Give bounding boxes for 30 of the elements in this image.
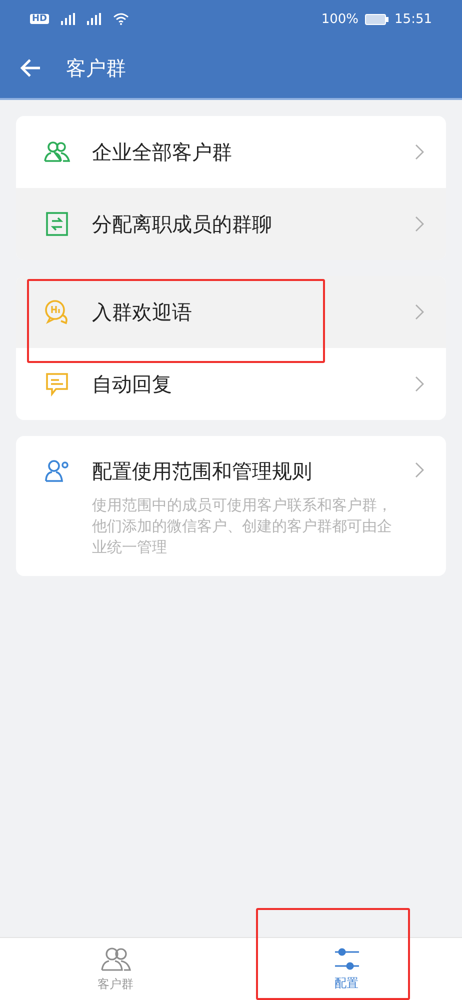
people-icon (44, 139, 70, 165)
clock-time: 15:51 (394, 12, 432, 26)
menu-item[interactable]: 自动回复 (16, 348, 446, 420)
battery-percent: 100% (321, 12, 359, 26)
battery-icon (364, 14, 389, 24)
hi-bubble-icon (44, 299, 70, 325)
people-icon (100, 946, 130, 972)
transfer-icon (44, 211, 70, 237)
menu-item-label: 企业全部客户群 (92, 138, 233, 166)
menu-item[interactable]: 配置使用范围和管理规则 使用范围中的成员可使用客户联系和客户群，他们添加的微信客户、创建的客户群都可由企业统一管理 (16, 436, 446, 576)
network-badge: HD (30, 14, 50, 24)
chevron-right-icon (415, 216, 424, 232)
menu-item[interactable]: 企业全部客户群 (16, 116, 446, 188)
sliders-icon (332, 946, 360, 970)
menu-item-label: 入群欢迎语 (92, 298, 193, 326)
nav-tab[interactable]: 配置 (231, 938, 462, 1000)
wifi-icon (113, 13, 130, 25)
menu-item-description: 使用范围中的成员可使用客户联系和客户群，他们添加的微信客户、创建的客户群都可由企业统一管理 (92, 495, 393, 558)
menu-item[interactable]: 分配离职成员的群聊 (16, 188, 446, 260)
menu-item-label: 配置使用范围和管理规则 (92, 458, 313, 485)
chevron-right-icon (415, 462, 424, 478)
chevron-right-icon (415, 376, 424, 392)
chevron-right-icon (415, 304, 424, 320)
menu-item[interactable]: 入群欢迎语 (16, 276, 446, 348)
page-title: 客户群 (66, 54, 126, 82)
menu-item-label: 分配离职成员的群聊 (92, 210, 273, 238)
menu-item-label: 自动回复 (92, 370, 173, 398)
chevron-right-icon (415, 144, 424, 160)
back-arrow-icon[interactable] (20, 58, 42, 78)
chat-icon (44, 371, 70, 397)
